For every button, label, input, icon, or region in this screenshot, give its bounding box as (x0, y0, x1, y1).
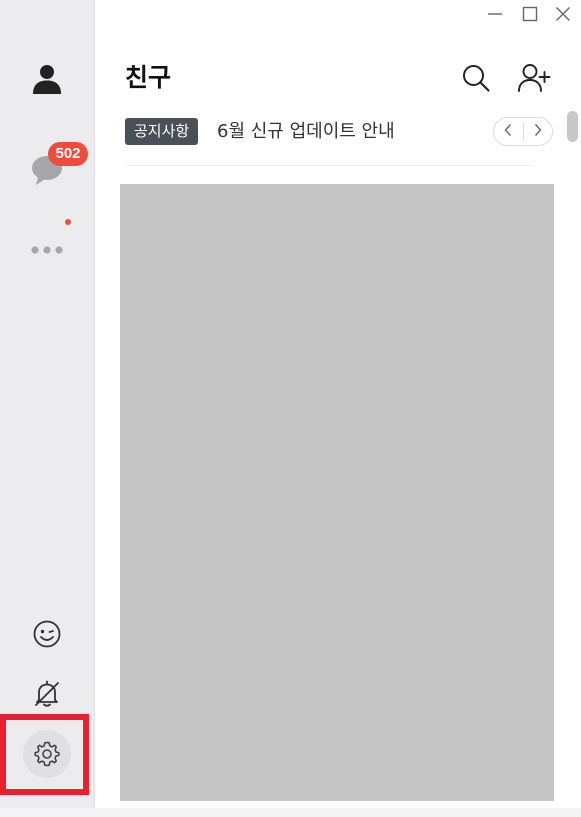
notice-link[interactable]: 6월 신규 업데이트 안내 (217, 118, 395, 145)
sidebar-item-friends[interactable] (0, 51, 94, 107)
notice-tag: 공지사항 (125, 118, 199, 145)
page-title: 친구 (125, 63, 172, 92)
sidebar: 502 (0, 0, 95, 808)
maximize-button[interactable] (517, 4, 543, 28)
notice-pager (493, 117, 553, 146)
sidebar-item-notifications[interactable] (0, 666, 94, 722)
maximize-icon (522, 6, 538, 26)
bell-muted-icon (32, 679, 62, 709)
scrollbar-thumb[interactable] (567, 111, 578, 142)
window-bottom-edge (0, 808, 581, 817)
search-button[interactable] (456, 60, 496, 100)
sidebar-item-chats[interactable]: 502 (0, 142, 94, 198)
person-icon (30, 62, 64, 96)
unread-count-badge: 502 (48, 142, 88, 166)
sidebar-item-more[interactable] (0, 222, 94, 278)
close-button[interactable] (550, 4, 576, 28)
chevron-right-icon (533, 122, 543, 141)
search-icon (461, 63, 491, 97)
add-friend-button[interactable] (515, 60, 555, 100)
new-indicator-dot (65, 219, 71, 225)
sidebar-item-settings[interactable] (0, 726, 94, 782)
notice-next-button[interactable] (524, 118, 553, 145)
add-friend-icon (517, 62, 553, 98)
app-window: 502 친구 공지사항 6월 신규 업데이트 안내 (0, 0, 581, 817)
minimize-icon (487, 6, 503, 26)
more-dots-icon (30, 245, 64, 255)
header-divider (125, 165, 533, 166)
settings-button-background (23, 730, 71, 778)
chevron-left-icon (503, 122, 513, 141)
emoticon-icon (32, 619, 62, 649)
gear-icon (33, 740, 61, 768)
sidebar-item-emoticon[interactable] (0, 606, 94, 662)
minimize-button[interactable] (482, 4, 508, 28)
close-icon (555, 6, 571, 26)
notice-prev-button[interactable] (494, 118, 523, 145)
friend-list-placeholder (120, 184, 554, 801)
